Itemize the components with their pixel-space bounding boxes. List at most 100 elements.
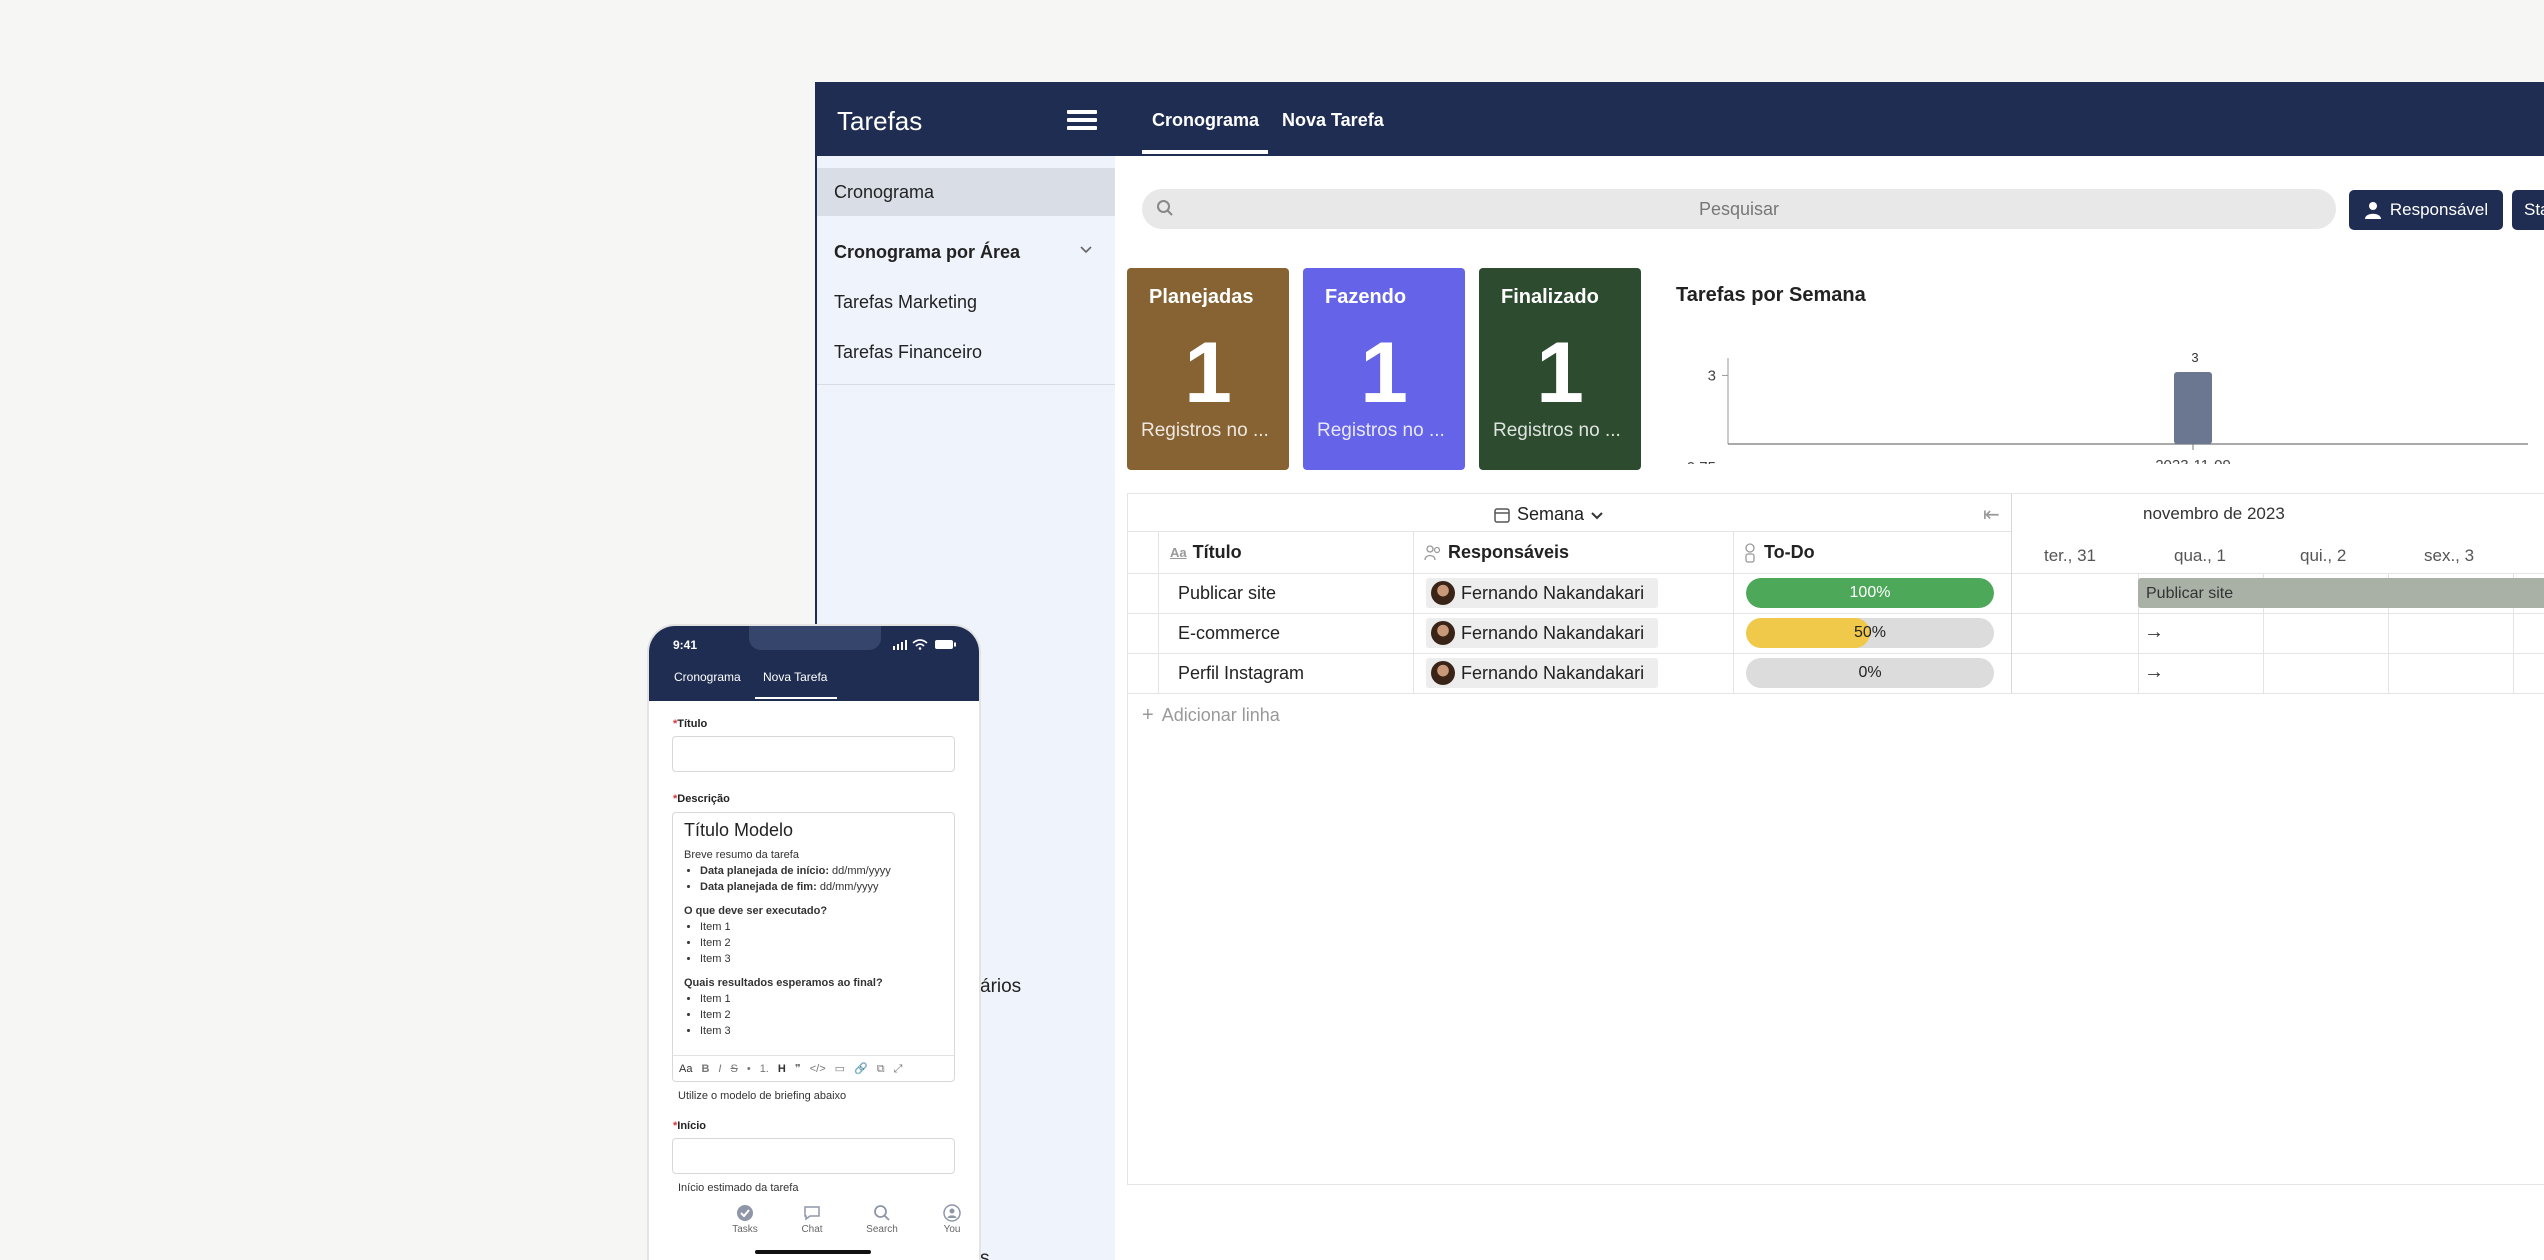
text-type-icon: Aa (1170, 545, 1187, 560)
nav-search[interactable]: Search (862, 1204, 902, 1235)
bold-button[interactable]: B (701, 1061, 709, 1077)
nav-you[interactable]: You (932, 1204, 972, 1235)
user-icon (2364, 202, 2381, 219)
list-item: Data planejada de início: dd/mm/yyyy (700, 863, 943, 879)
view-label: Semana (1517, 504, 1585, 524)
strikethrough-button[interactable]: S (730, 1061, 737, 1077)
row-title[interactable]: Perfil Instagram (1178, 663, 1304, 684)
arrow-right-icon[interactable]: → (2144, 621, 2164, 644)
description-editor[interactable]: Título Modelo Breve resumo da tarefa Dat… (672, 812, 955, 1082)
card-subtitle: Registros no ... (1317, 420, 1445, 441)
phone-notch (749, 626, 881, 650)
inicio-help: Início estimado da tarefa (678, 1182, 799, 1194)
sidebar-item-partial[interactable]: ários (980, 976, 1021, 998)
button-label: Responsável (2389, 200, 2489, 219)
copy-button[interactable]: ⧉ (877, 1061, 885, 1077)
month-label: novembro de 2023 (2143, 504, 2285, 523)
column-header-responsaveis[interactable]: Responsáveis (1424, 542, 1569, 563)
list-item: Data planejada de fim: dd/mm/yyyy (700, 879, 943, 895)
assignee-tag[interactable]: Fernando Nakandakari (1426, 578, 1659, 608)
responsavel-filter-button[interactable]: Responsável (2349, 190, 2503, 230)
inicio-field[interactable] (672, 1138, 955, 1174)
active-tab-indicator (755, 697, 837, 699)
chevron-down-icon (1591, 511, 1603, 519)
sidebar-item-label: Cronograma por Área (834, 241, 1021, 262)
assignee-name: Fernando Nakandakari (1461, 662, 1645, 683)
avatar (1431, 621, 1455, 645)
tab-cronograma[interactable]: Cronograma (1152, 110, 1259, 131)
sidebar-item-label: Tarefas Marketing (834, 291, 978, 312)
code-block-button[interactable]: ▭ (835, 1061, 845, 1077)
card-title: Planejadas (1149, 286, 1254, 308)
quote-button[interactable]: ❞ (795, 1061, 801, 1077)
row-title[interactable]: Publicar site (1178, 583, 1276, 604)
assignee-tag[interactable]: Fernando Nakandakari (1426, 658, 1659, 688)
status-icons (893, 639, 956, 650)
grid-line (1158, 531, 1159, 693)
italic-button[interactable]: I (718, 1061, 721, 1077)
sidebar-item-partial[interactable]: s (980, 1248, 990, 1260)
progress-bar: 100% (1746, 578, 1994, 608)
card-value: 1 (1360, 325, 1408, 421)
nav-tasks[interactable]: Tasks (725, 1204, 765, 1235)
list-item: Item 1 (700, 991, 943, 1007)
bullet-list-button[interactable]: • (747, 1061, 751, 1077)
sidebar-item-cronograma-por-area[interactable]: Cronograma por Área (817, 228, 1115, 276)
heading-button[interactable]: H (778, 1061, 786, 1077)
sidebar-item-tarefas-financeiro[interactable]: Tarefas Financeiro (817, 328, 1115, 376)
grid-line (1128, 653, 2544, 654)
avatar (1431, 661, 1455, 685)
status-filter-button[interactable]: Sta (2512, 190, 2544, 230)
nav-chat[interactable]: Chat (792, 1204, 832, 1235)
inicio-label: *Início (673, 1120, 707, 1132)
link-button[interactable]: 🔗 (854, 1061, 868, 1077)
search-input[interactable]: Pesquisar (1142, 189, 2336, 229)
check-circle-icon (737, 1205, 753, 1221)
tab-nova-tarefa[interactable]: Nova Tarefa (1282, 110, 1384, 131)
chart-title: Tarefas por Semana (1676, 284, 1866, 306)
list-item: Item 2 (700, 935, 943, 951)
arrow-right-icon[interactable]: → (2144, 661, 2164, 684)
menu-icon[interactable] (1067, 110, 1097, 134)
add-row-label: Adicionar linha (1161, 705, 1280, 725)
text-style-button[interactable]: Aa (679, 1061, 692, 1077)
view-selector[interactable]: Semana (1493, 504, 1604, 525)
timeline-grid: Semana ⇤ novembro de 2023 Aa Título Resp… (1127, 493, 2544, 1185)
card-value: 1 (1536, 325, 1584, 421)
column-header-todo[interactable]: To-Do (1744, 542, 1815, 563)
column-header-titulo[interactable]: Aa Título (1170, 542, 1242, 563)
timeline-bar[interactable]: Publicar site (2138, 578, 2544, 608)
home-indicator (755, 1250, 871, 1254)
expand-button[interactable]: ⤢ (894, 1061, 903, 1077)
titulo-label: *Título (673, 718, 708, 730)
phone-mockup: 9:41 Cronograma Nova Tarefa *Título *Des… (649, 626, 979, 1260)
collapse-left-icon[interactable]: ⇤ (1983, 502, 2000, 527)
assignee-name: Fernando Nakandakari (1461, 622, 1645, 643)
top-bar: Tarefas Cronograma Nova Tarefa (817, 84, 2544, 156)
sidebar-item-cronograma[interactable]: Cronograma (817, 168, 1115, 216)
code-button[interactable]: </> (810, 1061, 826, 1077)
editor-toolbar: Aa B I S • 1. H ❞ </> ▭ 🔗 ⧉ ⤢ (673, 1055, 954, 1081)
button-label: Sta (2524, 200, 2544, 219)
numbered-list-button[interactable]: 1. (760, 1061, 769, 1077)
assignee-tag[interactable]: Fernando Nakandakari (1426, 618, 1659, 648)
grid-line (1128, 693, 2544, 694)
titulo-field[interactable] (672, 736, 955, 772)
active-tab-indicator (1142, 150, 1268, 154)
chevron-down-icon (1079, 240, 1093, 261)
tab-cronograma[interactable]: Cronograma (674, 670, 741, 684)
list-item: Item 3 (700, 1023, 943, 1039)
progress-label: 100% (1849, 584, 1891, 601)
user-icon (943, 1204, 961, 1222)
plus-icon: + (1142, 704, 1154, 726)
tab-nova-tarefa[interactable]: Nova Tarefa (763, 670, 827, 684)
progress-label: 50% (1853, 624, 1887, 641)
progress-icon (1745, 542, 1755, 563)
add-row-button[interactable]: + Adicionar linha (1142, 704, 1280, 727)
phone-header: 9:41 Cronograma Nova Tarefa (649, 626, 979, 701)
row-title[interactable]: E-commerce (1178, 623, 1280, 644)
description-question: O que deve ser executado? (684, 905, 828, 917)
sidebar-item-tarefas-marketing[interactable]: Tarefas Marketing (817, 278, 1115, 326)
app-window: Tarefas Cronograma Nova Tarefa Cronogram… (815, 82, 2544, 1260)
bar-data-label: 3 (2191, 350, 2198, 365)
